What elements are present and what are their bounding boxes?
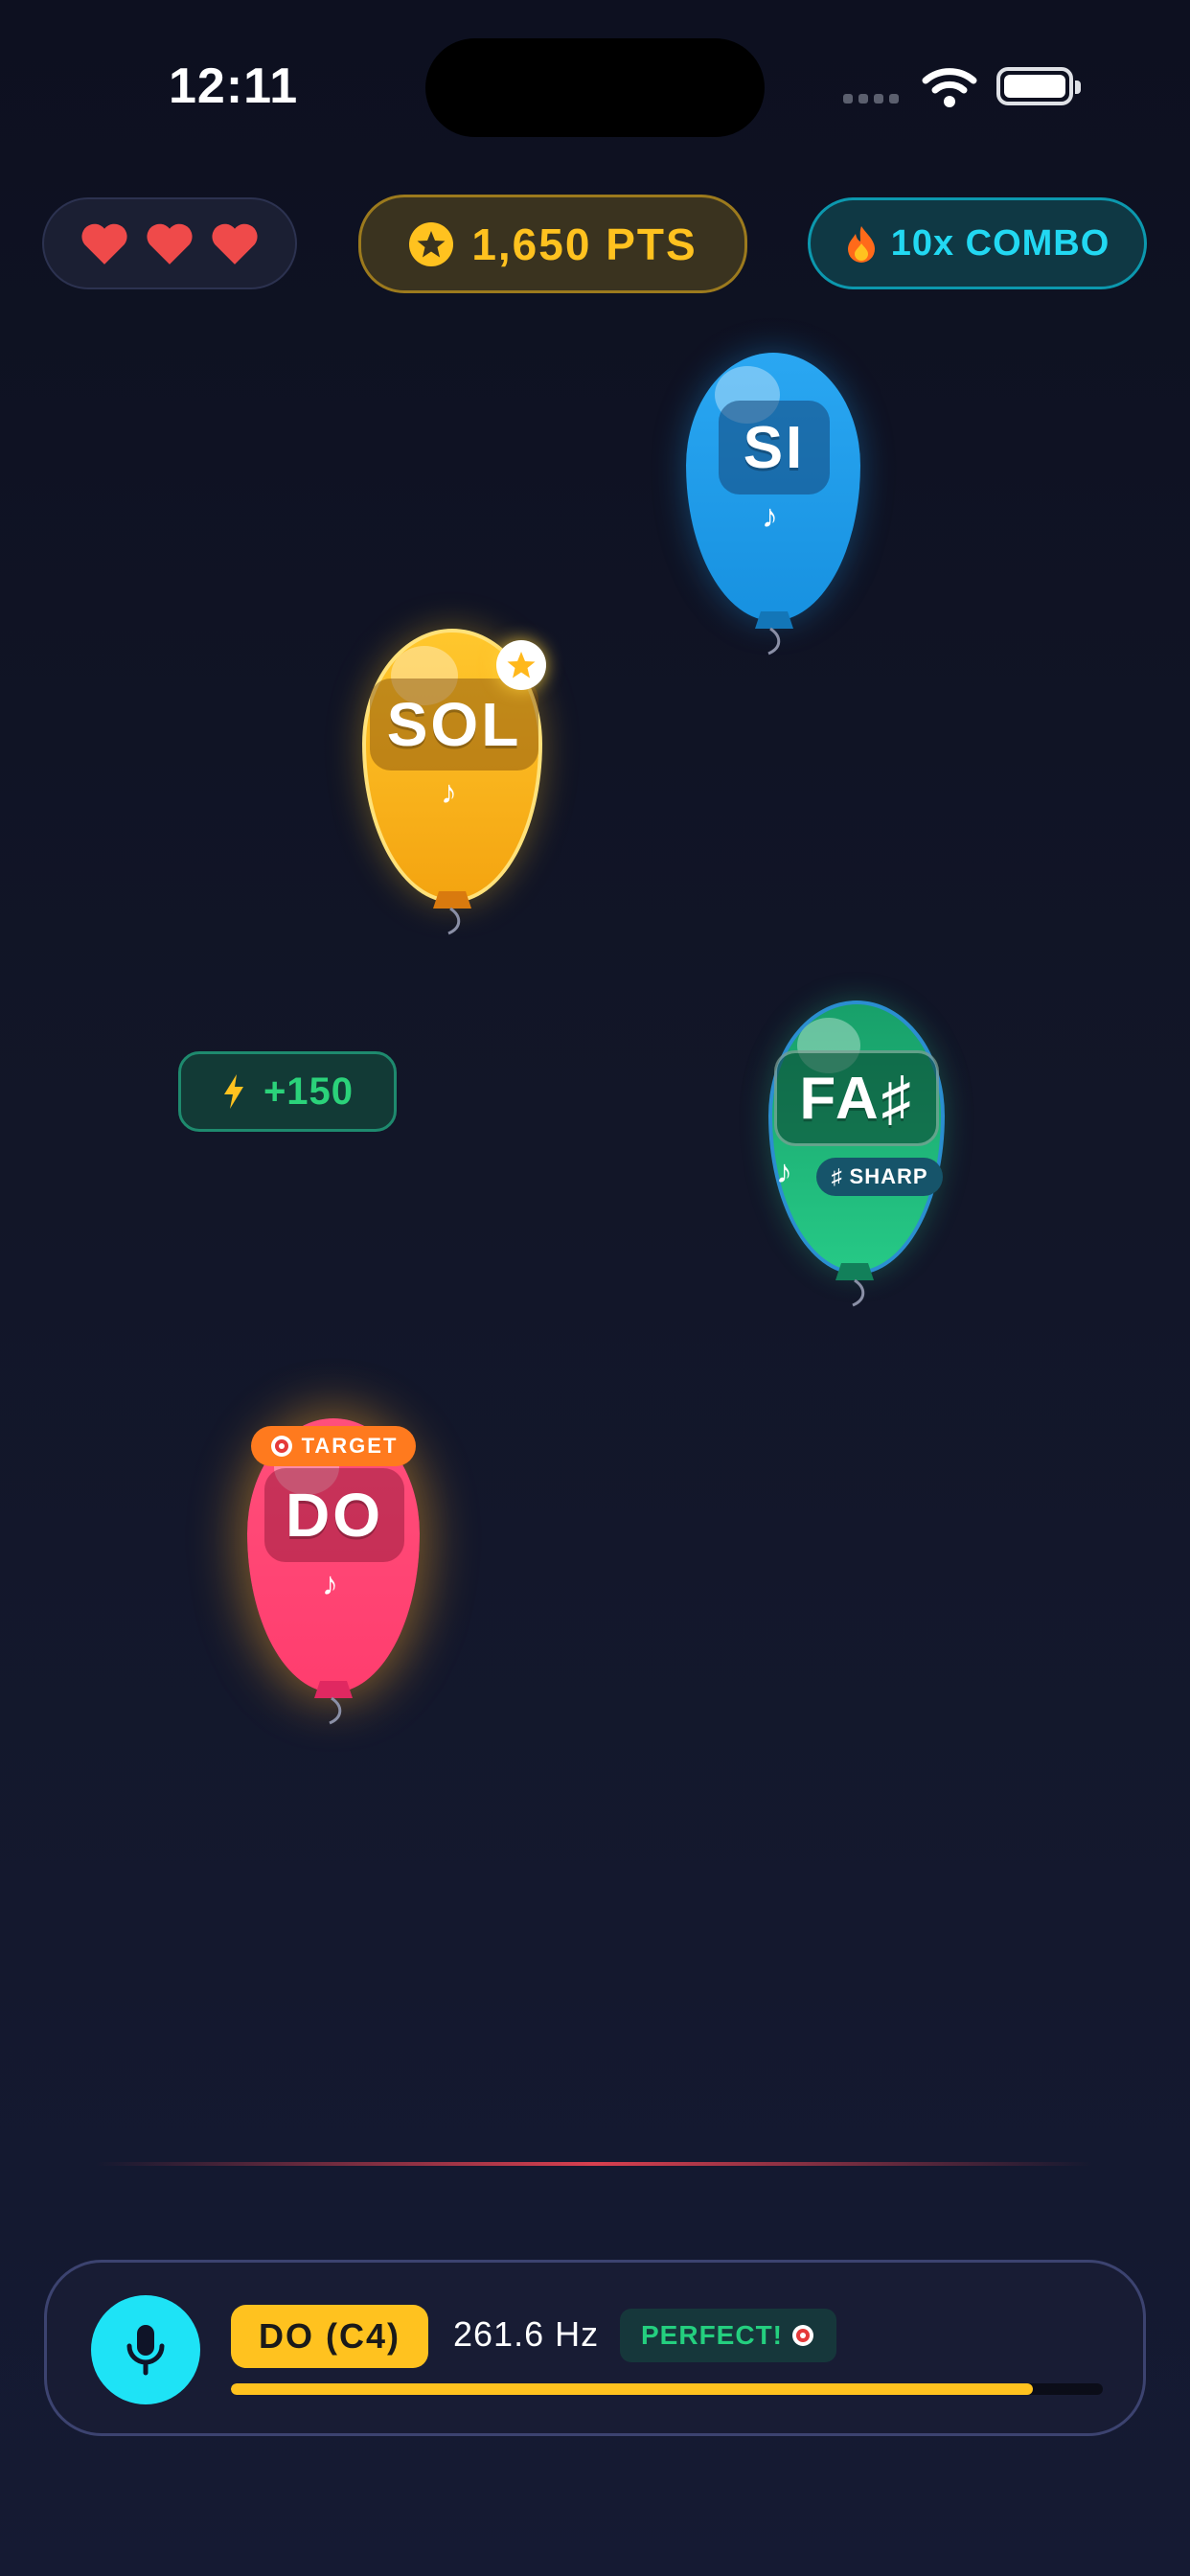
combo-badge: 10x COMBO	[808, 197, 1147, 289]
balloon-sol[interactable]: SOL ♪	[362, 629, 546, 941]
sharp-badge: ♯ SHARP	[816, 1158, 943, 1196]
detected-note-chip: DO (C4)	[231, 2305, 428, 2368]
lives-indicator	[42, 197, 297, 289]
target-icon	[792, 2325, 813, 2346]
balloon-note-label: FA♯	[774, 1050, 939, 1146]
score-badge: 1,650 PTS	[358, 195, 747, 293]
balloon-do-target[interactable]: DO ♪ TARGET	[247, 1418, 422, 1731]
bonus-text: +150	[263, 1070, 355, 1113]
lightning-icon	[223, 1074, 243, 1109]
heart-icon	[147, 223, 193, 264]
dynamic-island	[425, 38, 765, 137]
fire-icon	[847, 226, 875, 263]
star-coin-icon	[409, 221, 454, 266]
heart-icon	[212, 223, 258, 264]
microphone-button[interactable]	[91, 2295, 200, 2404]
feedback-badge: PERFECT!	[620, 2309, 836, 2362]
target-badge: TARGET	[251, 1426, 416, 1466]
balloon-fa-sharp[interactable]: FA♯ ♪ ♯ SHARP	[768, 1000, 950, 1313]
balloon-note-label: SOL	[370, 678, 538, 770]
pitch-accuracy-fill	[231, 2383, 1034, 2395]
signal-icon	[843, 94, 899, 104]
status-time: 12:11	[169, 58, 299, 114]
heart-icon	[81, 223, 127, 264]
danger-line	[96, 2162, 1092, 2166]
score-text: 1,650 PTS	[471, 218, 698, 269]
balloon-string	[852, 1278, 865, 1307]
combo-text: 10x COMBO	[890, 222, 1110, 264]
bonus-points-popup: +150	[178, 1051, 397, 1132]
balloon-string	[767, 627, 781, 656]
target-icon	[270, 1436, 292, 1457]
wifi-icon	[922, 68, 977, 107]
balloon-string	[329, 1696, 342, 1725]
feedback-text: PERFECT!	[641, 2320, 783, 2350]
balloon-note-label: DO	[264, 1468, 404, 1562]
frequency-readout: 261.6 Hz	[453, 2314, 600, 2354]
balloon-note-label: SI	[719, 401, 830, 494]
pitch-accuracy-bar	[231, 2383, 1103, 2395]
balloon-si[interactable]: SI ♪	[686, 353, 860, 659]
pitch-panel: DO (C4) 261.6 Hz PERFECT!	[44, 2260, 1146, 2436]
music-note-icon: ♪	[322, 1566, 338, 1602]
music-note-icon: ♪	[762, 498, 778, 535]
target-label: TARGET	[301, 1434, 399, 1458]
balloon-string	[447, 907, 461, 935]
music-note-icon: ♪	[441, 774, 457, 811]
microphone-icon	[126, 2325, 165, 2376]
battery-icon	[996, 67, 1081, 105]
music-note-icon: ♪	[776, 1154, 792, 1190]
bonus-star-icon	[496, 640, 546, 690]
